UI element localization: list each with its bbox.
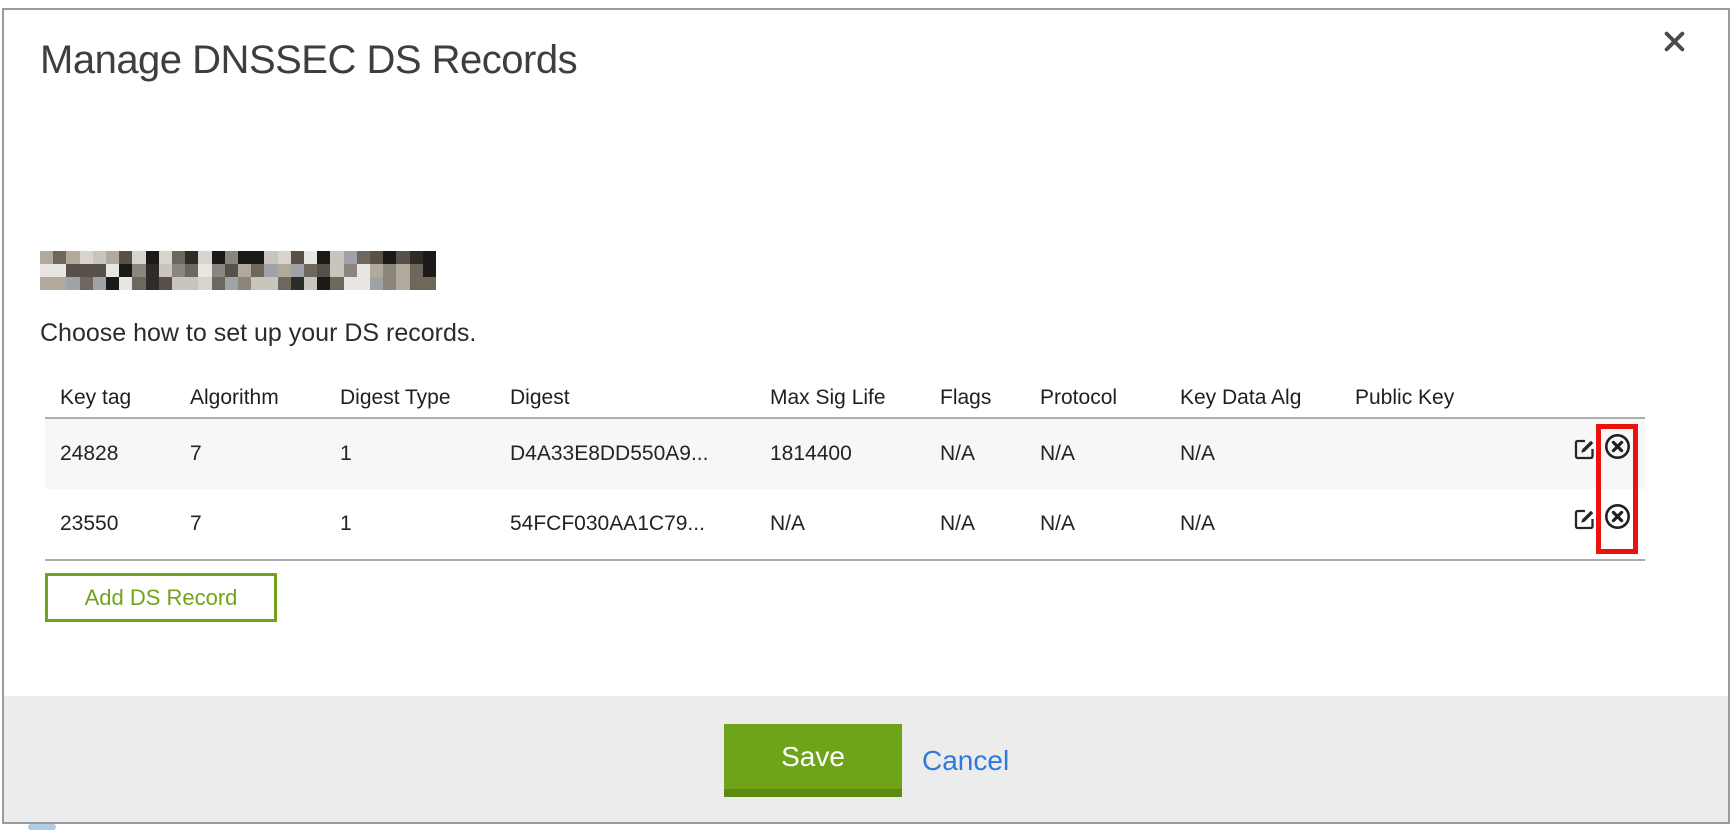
column-header-flags: Flags <box>925 378 1025 417</box>
edit-pencil-icon <box>1574 489 1596 559</box>
ds-records-table: Key tag Algorithm Digest Type Digest Max… <box>45 378 1645 561</box>
cell-public-key <box>1340 419 1545 489</box>
cell-digest: D4A33E8DD550A9... <box>495 419 755 489</box>
cell-digest-type: 1 <box>325 489 495 559</box>
save-button[interactable]: Save <box>724 724 902 797</box>
cell-protocol: N/A <box>1025 489 1165 559</box>
x-icon <box>1661 28 1688 60</box>
column-header-key-tag: Key tag <box>45 378 175 417</box>
row-actions <box>1545 489 1645 559</box>
cell-flags: N/A <box>925 419 1025 489</box>
instruction-text: Choose how to set up your DS records. <box>40 319 476 348</box>
column-header-digest: Digest <box>495 378 755 417</box>
manage-dnssec-dialog: Manage DNSSEC DS Records Choose how to s… <box>2 8 1730 824</box>
column-header-algorithm: Algorithm <box>175 378 325 417</box>
cell-key-data-alg: N/A <box>1165 489 1340 559</box>
delete-record-button[interactable] <box>1604 489 1631 559</box>
edit-record-button[interactable] <box>1574 419 1596 489</box>
table-row: 23550 7 1 54FCF030AA1C79... N/A N/A N/A … <box>45 489 1645 559</box>
cell-algorithm: 7 <box>175 489 325 559</box>
cell-key-data-alg: N/A <box>1165 419 1340 489</box>
screen: Manage DNSSEC DS Records Choose how to s… <box>0 0 1734 830</box>
table-row: 24828 7 1 D4A33E8DD550A9... 1814400 N/A … <box>45 419 1645 489</box>
column-header-actions <box>1545 378 1645 417</box>
column-header-public-key: Public Key <box>1340 378 1545 417</box>
redacted-domain-name <box>40 251 436 290</box>
cancel-link[interactable]: Cancel <box>922 724 1009 797</box>
cell-key-tag: 23550 <box>45 489 175 559</box>
cell-digest-type: 1 <box>325 419 495 489</box>
cell-max-sig-life: N/A <box>755 489 925 559</box>
x-circle-icon <box>1604 489 1631 559</box>
close-button[interactable] <box>1654 24 1694 64</box>
dialog-title: Manage DNSSEC DS Records <box>40 36 577 84</box>
column-header-digest-type: Digest Type <box>325 378 495 417</box>
table-header-row: Key tag Algorithm Digest Type Digest Max… <box>45 378 1645 419</box>
edit-pencil-icon <box>1574 419 1596 489</box>
cell-key-tag: 24828 <box>45 419 175 489</box>
edit-record-button[interactable] <box>1574 489 1596 559</box>
cell-protocol: N/A <box>1025 419 1165 489</box>
background-artifact <box>28 824 56 830</box>
x-circle-icon <box>1604 419 1631 489</box>
cell-public-key <box>1340 489 1545 559</box>
add-ds-record-button[interactable]: Add DS Record <box>45 573 277 622</box>
column-header-max-sig-life: Max Sig Life <box>755 378 925 417</box>
cell-flags: N/A <box>925 489 1025 559</box>
cell-max-sig-life: 1814400 <box>755 419 925 489</box>
cell-algorithm: 7 <box>175 419 325 489</box>
cell-digest: 54FCF030AA1C79... <box>495 489 755 559</box>
column-header-protocol: Protocol <box>1025 378 1165 417</box>
row-actions <box>1545 419 1645 489</box>
column-header-key-data-alg: Key Data Alg <box>1165 378 1340 417</box>
delete-record-button[interactable] <box>1604 419 1631 489</box>
